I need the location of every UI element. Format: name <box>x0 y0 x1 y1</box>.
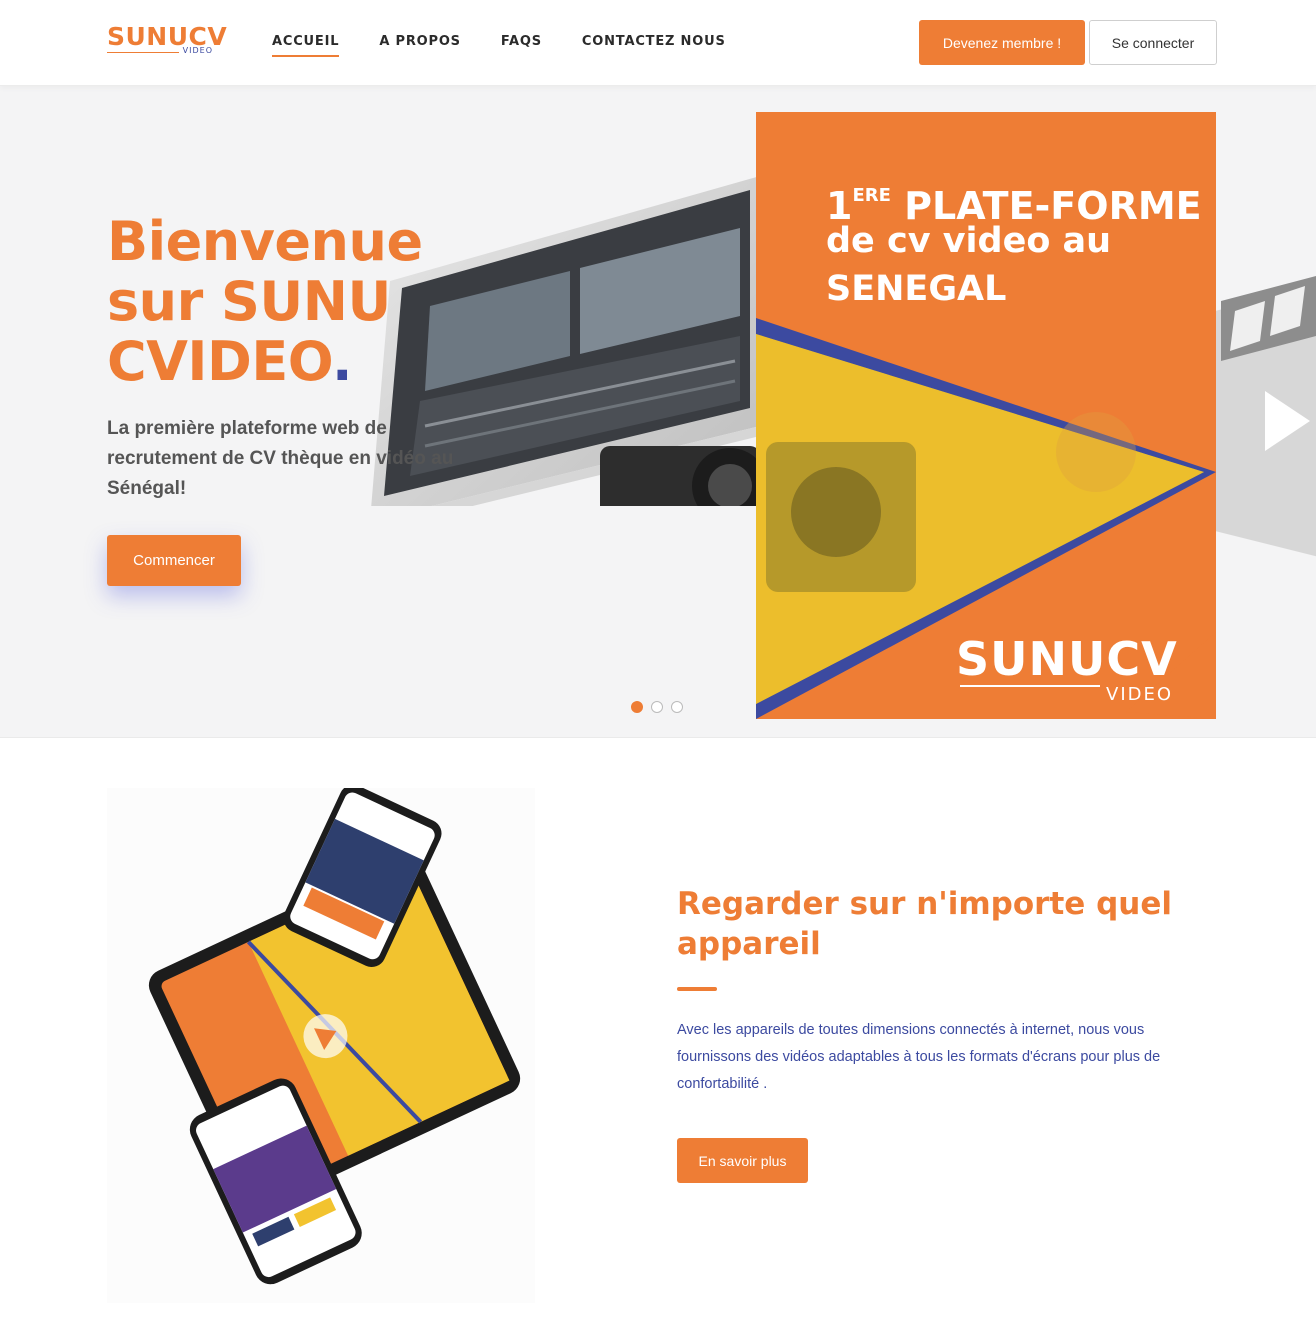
poster-logo-line <box>960 685 1100 687</box>
nav-item-faqs[interactable]: FAQS <box>501 34 542 55</box>
poster-logo-sub: VIDEO <box>1106 684 1174 705</box>
login-button[interactable]: Se connecter <box>1089 20 1217 65</box>
poster-line3-text: SENEGAL <box>826 269 1007 309</box>
nav-item-contact[interactable]: CONTACTEZ NOUS <box>582 34 726 55</box>
nav-item-a-propos[interactable]: A PROPOS <box>379 34 461 55</box>
clapperboard-icon <box>1215 276 1316 557</box>
carousel-indicators <box>631 701 683 713</box>
poster-superscript: ERE <box>852 185 891 206</box>
carousel-dot-2[interactable] <box>651 701 663 713</box>
hero-title-line3: CVIDEO <box>107 330 332 393</box>
poster-line2-text: de cv video au <box>826 221 1112 261</box>
hero-section: Bienvenue sur SUNU CVIDEO. La première p… <box>0 86 1316 738</box>
become-member-button[interactable]: Devenez membre ! <box>919 20 1085 65</box>
site-logo[interactable]: SUNUCV VIDEO <box>107 22 227 58</box>
poster-logo: SUNUCV <box>956 632 1178 686</box>
logo-subtext: VIDEO <box>182 46 213 55</box>
logo-underline <box>107 52 179 53</box>
hero-title-line2: sur SUNU <box>107 270 391 333</box>
devices-image <box>107 788 535 1303</box>
hero-title-dot: . <box>331 330 353 393</box>
hero-title-line1: Bienvenue <box>107 210 423 273</box>
start-button[interactable]: Commencer <box>107 535 241 586</box>
feature-divider <box>677 987 717 991</box>
feature-title: Regarder sur n'importe quel appareil <box>677 886 1173 962</box>
hero-subtitle: La première plateforme web de recrutemen… <box>107 418 454 499</box>
carousel-dot-3[interactable] <box>671 701 683 713</box>
learn-more-button[interactable]: En savoir plus <box>677 1138 808 1183</box>
main-nav: ACCUEIL A PROPOS FAQS CONTACTEZ NOUS <box>272 34 766 57</box>
poster-line2: de cv video au SENEGAL <box>826 217 1111 313</box>
carousel-dot-1[interactable] <box>631 701 643 713</box>
site-header: SUNUCV VIDEO ACCUEIL A PROPOS FAQS CONTA… <box>0 0 1316 86</box>
feature-text: Avec les appareils de toutes dimensions … <box>677 1022 1161 1092</box>
nav-item-accueil[interactable]: ACCUEIL <box>272 34 340 57</box>
devices-illustration <box>148 788 521 1285</box>
hero-title: Bienvenue sur SUNU CVIDEO. <box>107 212 507 392</box>
hero-poster: 1ERE PLATE-FORME de cv video au SENEGAL … <box>756 112 1216 719</box>
